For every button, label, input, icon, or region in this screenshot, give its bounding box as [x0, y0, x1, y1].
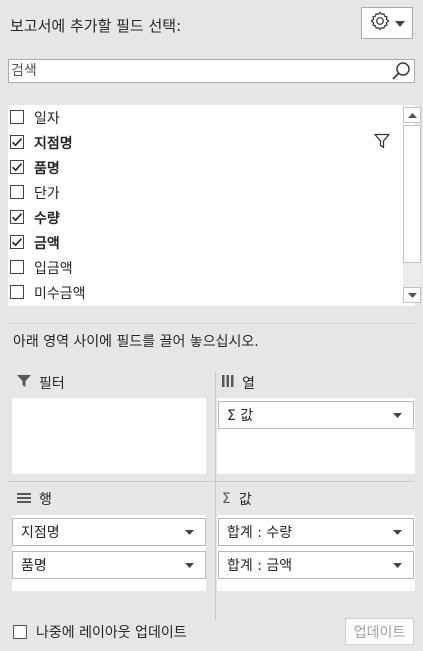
checkmark-icon: [11, 238, 23, 247]
field-checkbox[interactable]: [10, 210, 24, 224]
columns-area-title: 열: [242, 376, 255, 392]
field-list-item[interactable]: 금액: [8, 230, 393, 255]
checkmark-icon: [11, 138, 23, 147]
field-list-title: 보고서에 추가할 필드 선택:: [10, 17, 182, 35]
field-checkbox[interactable]: [10, 260, 24, 274]
rows-drop-zone[interactable]: 지점명 품명: [12, 515, 206, 591]
columns-icon: [222, 375, 234, 391]
field-checkbox[interactable]: [10, 235, 24, 249]
scroll-up-button[interactable]: [403, 107, 421, 123]
scroll-down-button[interactable]: [403, 287, 421, 303]
sigma-icon: Σ: [222, 491, 231, 507]
values-field-quantity[interactable]: 합계 : 수량: [218, 518, 414, 546]
chevron-up-icon: [407, 112, 417, 118]
drag-instruction: 아래 영역 사이에 필드를 끌어 놓으십시오.: [13, 334, 259, 350]
field-checkbox[interactable]: [10, 160, 24, 174]
chevron-down-icon: [407, 292, 417, 298]
rows-icon: [17, 491, 31, 507]
columns-area-header: 열: [222, 373, 255, 393]
checkmark-icon: [11, 213, 23, 222]
columns-drop-zone[interactable]: Σ 값: [217, 398, 415, 474]
values-drop-zone[interactable]: 합계 : 수량 합계 : 금액: [217, 515, 415, 591]
field-list-item[interactable]: 수량: [8, 205, 393, 230]
filter-area-header: 필터: [17, 373, 65, 393]
filter-icon[interactable]: [374, 133, 390, 153]
chevron-down-icon: [393, 413, 402, 418]
field-list-scrollbar[interactable]: [403, 105, 421, 306]
values-field-label: 합계 : 금액: [227, 558, 293, 574]
defer-update-checkbox[interactable]: [13, 625, 27, 639]
field-checkbox[interactable]: [10, 135, 24, 149]
columns-field-values[interactable]: Σ 값: [218, 401, 414, 429]
chevron-down-icon: [393, 563, 402, 568]
rows-field-label: 지점명: [21, 525, 60, 541]
field-label: 미수금액: [34, 286, 86, 302]
checkmark-icon: [11, 163, 23, 172]
values-area-title: 값: [238, 492, 252, 508]
rows-field-label: 품명: [21, 558, 47, 574]
field-list: 일자지점명품명단가수량금액입금액미수금액: [8, 105, 421, 306]
search-input[interactable]: [11, 62, 381, 80]
field-checkbox[interactable]: [10, 185, 24, 199]
field-label: 단가: [34, 186, 60, 202]
values-area-header: Σ 값: [222, 489, 252, 509]
search-icon[interactable]: [391, 61, 411, 85]
chevron-down-icon: [395, 15, 405, 31]
field-label: 수량: [34, 211, 60, 227]
defer-update-label: 나중에 레이아웃 업데이트: [36, 625, 187, 641]
gear-icon: [369, 10, 391, 36]
field-label: 품명: [34, 161, 60, 177]
area-horizontal-divider: [8, 481, 415, 482]
update-button[interactable]: 업데이트: [345, 618, 414, 645]
field-checkbox[interactable]: [10, 285, 24, 299]
filter-area-title: 필터: [39, 376, 65, 392]
field-list-item[interactable]: 지점명: [8, 130, 393, 155]
chevron-down-icon: [185, 530, 194, 535]
rows-field-branch[interactable]: 지점명: [12, 518, 206, 546]
area-vertical-divider: [215, 372, 216, 620]
field-list-item[interactable]: 일자: [8, 105, 393, 130]
filter-drop-zone[interactable]: [12, 398, 206, 474]
rows-field-product[interactable]: 품명: [12, 551, 206, 579]
rows-area-title: 행: [39, 492, 52, 508]
field-list-item[interactable]: 입금액: [8, 255, 393, 280]
field-list-item[interactable]: 품명: [8, 155, 393, 180]
columns-field-label: Σ 값: [227, 408, 254, 424]
field-checkbox[interactable]: [10, 110, 24, 124]
divider: [8, 323, 415, 324]
field-label: 지점명: [34, 136, 73, 152]
values-field-amount[interactable]: 합계 : 금액: [218, 551, 414, 579]
settings-button[interactable]: [361, 7, 413, 39]
chevron-down-icon: [185, 563, 194, 568]
scrollbar-track[interactable]: [403, 263, 421, 289]
field-list-item[interactable]: 미수금액: [8, 280, 393, 305]
search-field[interactable]: [8, 59, 415, 83]
chevron-down-icon: [393, 530, 402, 535]
field-label: 금액: [34, 236, 60, 252]
values-field-label: 합계 : 수량: [227, 525, 293, 541]
filter-icon: [17, 375, 31, 391]
field-label: 일자: [34, 111, 60, 127]
rows-area-header: 행: [17, 489, 52, 509]
scrollbar-thumb[interactable]: [403, 125, 421, 263]
field-list-item[interactable]: 단가: [8, 180, 393, 205]
field-label: 입금액: [34, 261, 73, 277]
